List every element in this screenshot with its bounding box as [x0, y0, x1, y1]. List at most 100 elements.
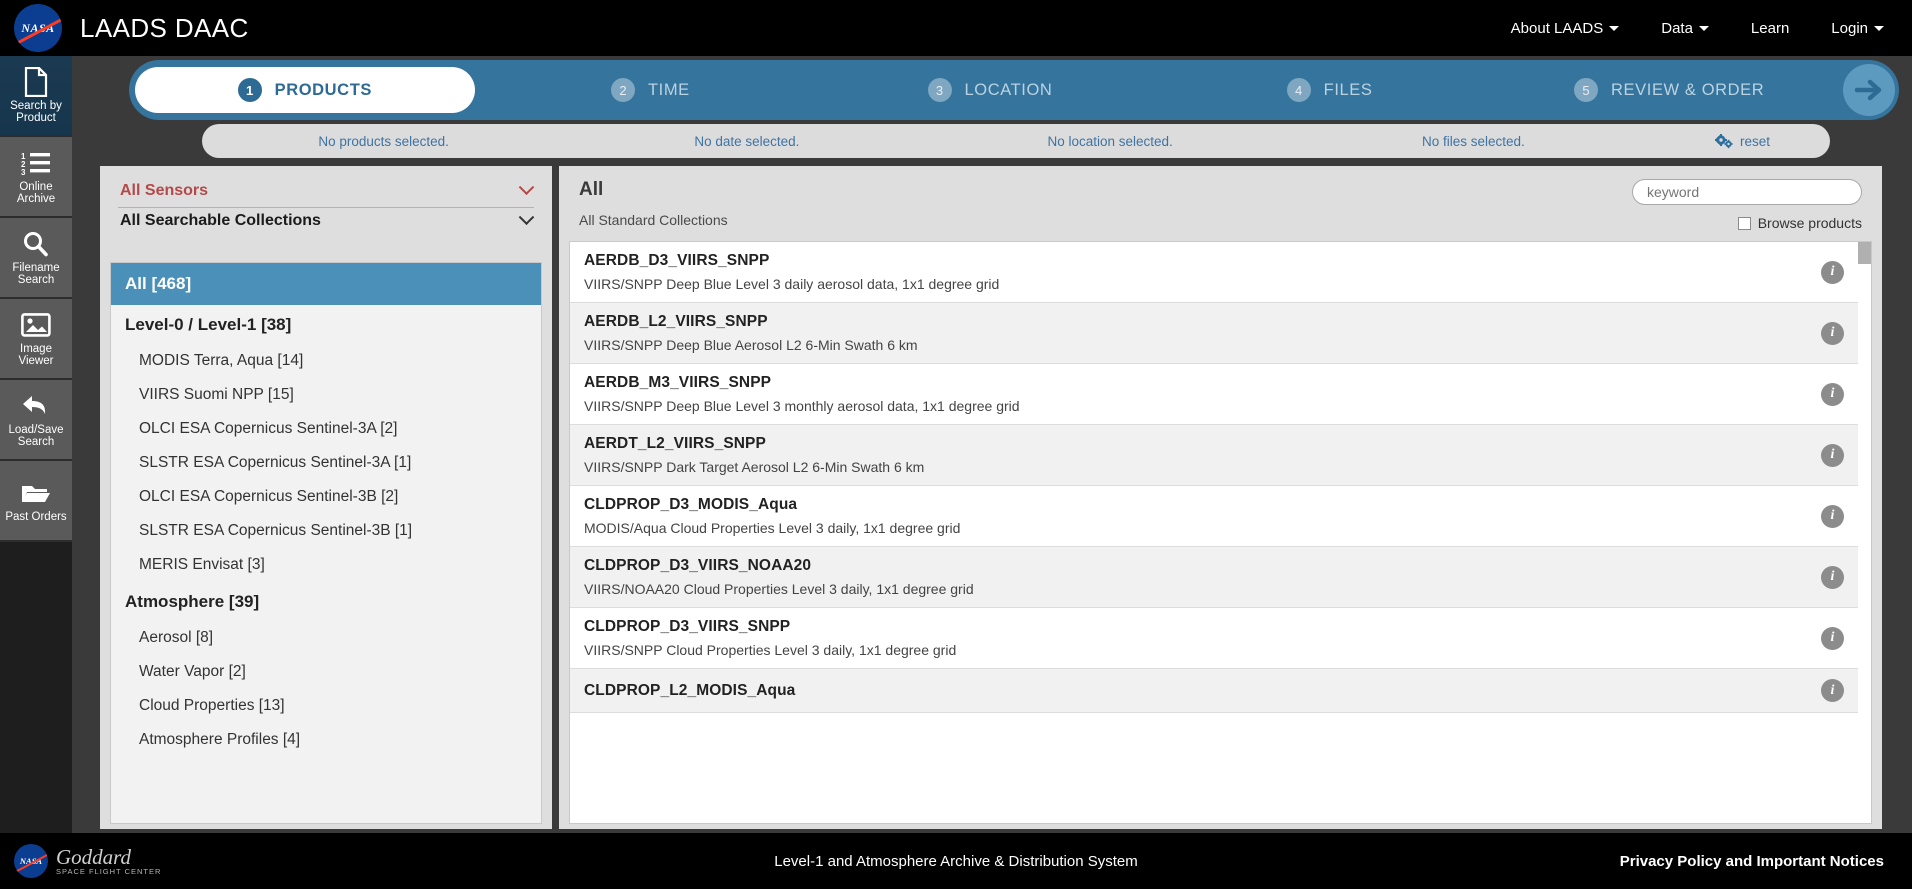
nav-item-data-label: Data	[1661, 19, 1693, 37]
scrollbar-thumb[interactable]	[1858, 242, 1871, 264]
main-stage: 1 PRODUCTS 2 TIME 3 LOCATION 4 FILES 5 R…	[72, 56, 1912, 833]
product-info: AERDB_M3_VIIRS_SNPP VIIRS/SNPP Deep Blue…	[584, 374, 1821, 414]
category-item-modis-terra-aqua[interactable]: MODIS Terra, Aqua [14]	[111, 344, 541, 378]
table-row[interactable]: CLDPROP_D3_MODIS_Aqua MODIS/Aqua Cloud P…	[570, 486, 1871, 547]
category-item-olci-sentinel-3a[interactable]: OLCI ESA Copernicus Sentinel-3A [2]	[111, 412, 541, 446]
category-group-atmosphere[interactable]: Atmosphere [39]	[111, 582, 541, 621]
product-name: CLDPROP_L2_MODIS_Aqua	[584, 681, 796, 699]
reset-button[interactable]: reset	[1655, 133, 1830, 149]
chevron-down-icon	[1874, 25, 1884, 31]
table-row[interactable]: AERDB_D3_VIIRS_SNPP VIIRS/SNPP Deep Blue…	[570, 242, 1871, 303]
sidebar-item-past-orders[interactable]: Past Orders	[0, 461, 72, 542]
table-row[interactable]: CLDPROP_D3_VIIRS_SNPP VIIRS/SNPP Cloud P…	[570, 608, 1871, 669]
category-item-meris-envisat[interactable]: MERIS Envisat [3]	[111, 548, 541, 582]
product-list-scrollbar[interactable]	[1858, 242, 1871, 823]
wizard-stepper: 1 PRODUCTS 2 TIME 3 LOCATION 4 FILES 5 R…	[129, 60, 1899, 120]
nav-item-login[interactable]: Login	[1831, 20, 1884, 37]
summary-products[interactable]: No products selected.	[202, 134, 565, 149]
table-row[interactable]: AERDB_M3_VIIRS_SNPP VIIRS/SNPP Deep Blue…	[570, 364, 1871, 425]
category-item-atmosphere-profiles[interactable]: Atmosphere Profiles [4]	[111, 723, 541, 757]
category-group-level0-level1[interactable]: Level-0 / Level-1 [38]	[111, 305, 541, 344]
table-row[interactable]: AERDT_L2_VIIRS_SNPP VIIRS/SNPP Dark Targ…	[570, 425, 1871, 486]
sidebar-item-online-archive[interactable]: 1 2 3 Online Archive	[0, 137, 72, 218]
nav-item-learn[interactable]: Learn	[1751, 20, 1789, 37]
keyword-search-input[interactable]	[1632, 179, 1862, 205]
product-list[interactable]: AERDB_D3_VIIRS_SNPP VIIRS/SNPP Deep Blue…	[569, 241, 1872, 824]
product-info: CLDPROP_D3_MODIS_Aqua MODIS/Aqua Cloud P…	[584, 496, 1821, 536]
product-description: VIIRS/SNPP Cloud Properties Level 3 dail…	[584, 642, 957, 658]
summary-files[interactable]: No files selected.	[1292, 134, 1655, 149]
info-icon[interactable]: i	[1821, 382, 1844, 406]
sidebar-item-image-viewer[interactable]: Image Viewer	[0, 299, 72, 380]
step-location[interactable]: 3 LOCATION	[820, 67, 1160, 113]
info-icon[interactable]: i	[1821, 260, 1844, 284]
top-nav-links: About LAADS Data Learn Login	[1469, 20, 1912, 37]
product-name: CLDPROP_D3_VIIRS_SNPP	[584, 618, 791, 635]
step-files[interactable]: 4 FILES	[1160, 67, 1500, 113]
table-row[interactable]: AERDB_L2_VIIRS_SNPP VIIRS/SNPP Deep Blue…	[570, 303, 1871, 364]
sidebar-item-filename-search-label: Filename Search	[12, 261, 60, 287]
privacy-policy-link[interactable]: Privacy Policy and Important Notices	[1620, 853, 1884, 870]
nav-item-data[interactable]: Data	[1661, 20, 1709, 37]
sidebar-item-search-by-product[interactable]: Search by Product	[0, 56, 72, 137]
category-item-olci-sentinel-3b[interactable]: OLCI ESA Copernicus Sentinel-3B [2]	[111, 480, 541, 514]
step-time-label: TIME	[647, 80, 690, 99]
product-description: VIIRS/SNPP Deep Blue Level 3 monthly aer…	[584, 398, 1020, 414]
chevron-down-icon	[1698, 25, 1709, 31]
product-info: AERDB_L2_VIIRS_SNPP VIIRS/SNPP Deep Blue…	[584, 313, 1821, 353]
summary-location[interactable]: No location selected.	[929, 134, 1292, 149]
info-icon[interactable]: i	[1821, 679, 1844, 702]
page-title: LAADS DAAC	[80, 12, 249, 43]
category-item-water-vapor[interactable]: Water Vapor [2]	[111, 655, 541, 689]
category-item-slstr-sentinel-3b[interactable]: SLSTR ESA Copernicus Sentinel-3B [1]	[111, 514, 541, 548]
sidebar-item-search-by-product-label: Search by Product	[10, 99, 62, 125]
nav-item-about-laads[interactable]: About LAADS	[1511, 20, 1620, 37]
product-info: CLDPROP_L2_MODIS_Aqua	[584, 682, 1821, 700]
info-icon[interactable]: i	[1821, 504, 1844, 528]
info-icon[interactable]: i	[1821, 321, 1844, 345]
content-panels: All Sensors All Searchable Collections A…	[100, 166, 1882, 829]
product-name: AERDT_L2_VIIRS_SNPP	[584, 435, 766, 452]
sidebar-item-load-save-search-label: Load/Save Search	[8, 423, 64, 449]
step-time[interactable]: 2 TIME	[481, 67, 821, 113]
category-item-viirs-suomi-npp[interactable]: VIIRS Suomi NPP [15]	[111, 378, 541, 412]
sensor-dropdown-label: All Sensors	[120, 182, 209, 199]
left-sidebar: Search by Product 1 2 3 Online Archive Fil…	[0, 56, 72, 889]
step-time-number: 2	[610, 78, 635, 102]
nasa-logo-icon[interactable]: NASA	[14, 4, 62, 52]
category-item-slstr-sentinel-3a[interactable]: SLSTR ESA Copernicus Sentinel-3A [1]	[111, 446, 541, 480]
sidebar-item-image-viewer-label: Image Viewer	[18, 342, 54, 368]
nasa-logo-icon: NASA	[14, 844, 48, 878]
step-location-label: LOCATION	[964, 80, 1053, 99]
collection-dropdown-label: All Searchable Collections	[120, 212, 321, 229]
step-products[interactable]: 1 PRODUCTS	[135, 67, 475, 113]
sensor-dropdown[interactable]: All Sensors	[118, 178, 535, 208]
category-item-aerosol[interactable]: Aerosol [8]	[111, 621, 541, 655]
results-header: All All Standard Collections Browse prod…	[559, 166, 1882, 241]
browse-products-toggle[interactable]: Browse products	[1632, 215, 1862, 231]
step-review-order[interactable]: 5 REVIEW & ORDER	[1499, 67, 1839, 113]
sidebar-item-filename-search[interactable]: Filename Search	[0, 218, 72, 299]
selection-summary-bar: No products selected. No date selected. …	[202, 124, 1830, 158]
category-list[interactable]: All [468] Level-0 / Level-1 [38] MODIS T…	[110, 262, 542, 824]
info-icon[interactable]: i	[1821, 626, 1844, 650]
step-review-order-number: 5	[1574, 78, 1599, 102]
product-info: CLDPROP_D3_VIIRS_NOAA20 VIIRS/NOAA20 Clo…	[584, 557, 1821, 597]
nav-item-login-label: Login	[1831, 19, 1868, 37]
results-panel: All All Standard Collections Browse prod…	[559, 166, 1882, 829]
next-step-button[interactable]	[1842, 64, 1895, 116]
collection-dropdown[interactable]: All Searchable Collections	[118, 208, 535, 237]
step-review-order-label: REVIEW & ORDER	[1611, 80, 1765, 99]
table-row[interactable]: CLDPROP_D3_VIIRS_NOAA20 VIIRS/NOAA20 Clo…	[570, 547, 1871, 608]
summary-date[interactable]: No date selected.	[565, 134, 928, 149]
info-icon[interactable]: i	[1821, 443, 1844, 467]
table-row[interactable]: CLDPROP_L2_MODIS_Aqua i	[570, 669, 1871, 713]
ordered-list-icon: 1 2 3	[21, 148, 51, 178]
sidebar-item-load-save-search[interactable]: Load/Save Search	[0, 380, 72, 461]
category-item-cloud-properties[interactable]: Cloud Properties [13]	[111, 689, 541, 723]
category-item-all[interactable]: All [468]	[111, 263, 541, 305]
info-icon[interactable]: i	[1821, 565, 1844, 589]
browse-products-checkbox[interactable]	[1737, 216, 1751, 230]
filters-dropdowns: All Sensors All Searchable Collections	[100, 166, 552, 237]
image-icon	[21, 310, 51, 340]
